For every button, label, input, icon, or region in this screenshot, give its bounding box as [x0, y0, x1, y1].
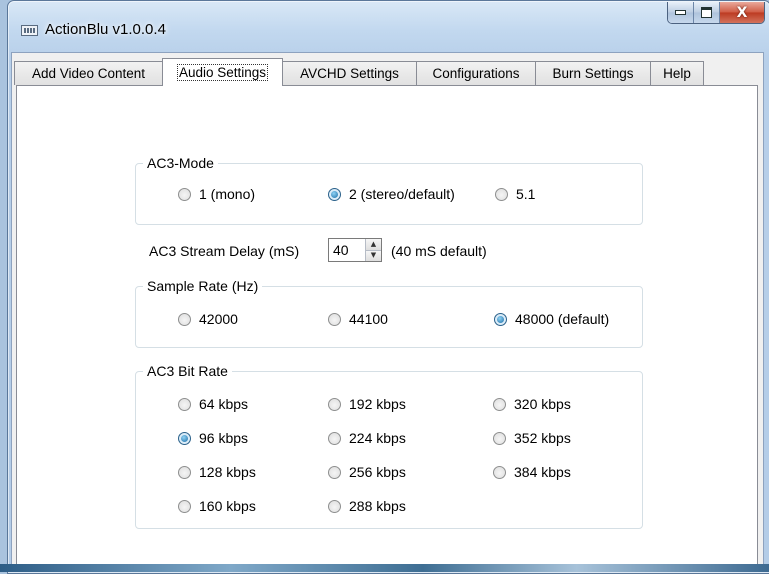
- radio-circle: [178, 431, 191, 445]
- radio-rate-44100[interactable]: 44100: [328, 311, 388, 327]
- close-button[interactable]: X: [720, 2, 764, 23]
- stepper-down-button[interactable]: ▼: [366, 249, 381, 261]
- sample-rate-group: Sample Rate (Hz) 42000 44100 48000 (defa…: [135, 277, 643, 348]
- radio-bitrate-192[interactable]: 192 kbps: [328, 396, 406, 412]
- minimize-button[interactable]: [668, 2, 694, 23]
- radio-rate-42000[interactable]: 42000: [178, 311, 238, 327]
- client-area: Add Video Content Audio Settings AVCHD S…: [11, 52, 764, 572]
- stream-delay-stepper[interactable]: ▲ ▼: [328, 238, 382, 262]
- tab-help[interactable]: Help: [650, 61, 704, 85]
- radio-mode-5-1[interactable]: 5.1: [495, 186, 535, 202]
- radio-circle: [493, 431, 506, 445]
- ac3-mode-group: AC3-Mode 1 (mono) 2 (stereo/default) 5.1: [135, 154, 643, 225]
- tab-add-video-content[interactable]: Add Video Content: [14, 61, 163, 85]
- radio-bitrate-224[interactable]: 224 kbps: [328, 430, 406, 446]
- radio-bitrate-160[interactable]: 160 kbps: [178, 498, 256, 514]
- radio-rate-48000[interactable]: 48000 (default): [494, 311, 609, 327]
- radio-bitrate-320[interactable]: 320 kbps: [493, 396, 571, 412]
- radio-bitrate-256[interactable]: 256 kbps: [328, 464, 406, 480]
- sample-rate-legend: Sample Rate (Hz): [143, 277, 263, 295]
- window-title: ActionBlu v1.0.0.4: [45, 21, 166, 38]
- radio-circle: [328, 397, 341, 411]
- radio-circle: [328, 431, 341, 445]
- audio-settings-panel: AC3-Mode 1 (mono) 2 (stereo/default) 5.1…: [16, 85, 758, 566]
- radio-circle: [493, 465, 506, 479]
- radio-circle: [178, 465, 191, 479]
- radio-circle: [494, 312, 507, 326]
- radio-bitrate-384[interactable]: 384 kbps: [493, 464, 571, 480]
- ac3-mode-legend: AC3-Mode: [143, 154, 218, 172]
- radio-circle: [328, 187, 341, 201]
- radio-circle: [328, 312, 341, 326]
- app-icon[interactable]: [21, 25, 38, 36]
- minimize-icon: [675, 10, 686, 15]
- radio-bitrate-96[interactable]: 96 kbps: [178, 430, 248, 446]
- stream-delay-input[interactable]: [329, 240, 365, 260]
- radio-circle: [328, 499, 341, 513]
- radio-circle: [493, 397, 506, 411]
- radio-bitrate-352[interactable]: 352 kbps: [493, 430, 571, 446]
- app-window: ActionBlu v1.0.0.4 X Add Video Content A…: [7, 0, 769, 574]
- radio-bitrate-64[interactable]: 64 kbps: [178, 396, 248, 412]
- stepper-buttons: ▲ ▼: [365, 239, 381, 261]
- tab-avchd-settings[interactable]: AVCHD Settings: [282, 61, 417, 85]
- maximize-icon: [701, 7, 712, 18]
- caption-buttons: X: [667, 2, 765, 24]
- maximize-button[interactable]: [694, 2, 720, 23]
- radio-circle: [328, 465, 341, 479]
- stream-delay-label: AC3 Stream Delay (mS): [149, 243, 300, 259]
- bit-rate-group: AC3 Bit Rate 64 kbps 96 kbps 128 kbps 16…: [135, 362, 643, 529]
- tab-configurations[interactable]: Configurations: [416, 61, 536, 85]
- title-bar[interactable]: ActionBlu v1.0.0.4 X: [8, 1, 769, 51]
- radio-circle: [178, 312, 191, 326]
- desktop-taskbar-strip: [0, 564, 769, 572]
- tab-audio-settings[interactable]: Audio Settings: [162, 58, 283, 86]
- radio-bitrate-128[interactable]: 128 kbps: [178, 464, 256, 480]
- bit-rate-legend: AC3 Bit Rate: [143, 362, 232, 380]
- radio-bitrate-288[interactable]: 288 kbps: [328, 498, 406, 514]
- stream-delay-hint: (40 mS default): [391, 243, 487, 259]
- radio-mode-mono[interactable]: 1 (mono): [178, 186, 255, 202]
- stepper-up-button[interactable]: ▲: [366, 239, 381, 250]
- radio-circle: [178, 187, 191, 201]
- close-icon: X: [736, 4, 748, 21]
- radio-mode-stereo[interactable]: 2 (stereo/default): [328, 186, 455, 202]
- radio-circle: [178, 397, 191, 411]
- radio-circle: [495, 187, 508, 201]
- tab-strip: Add Video Content Audio Settings AVCHD S…: [12, 53, 763, 86]
- radio-circle: [178, 499, 191, 513]
- tab-burn-settings[interactable]: Burn Settings: [535, 61, 651, 85]
